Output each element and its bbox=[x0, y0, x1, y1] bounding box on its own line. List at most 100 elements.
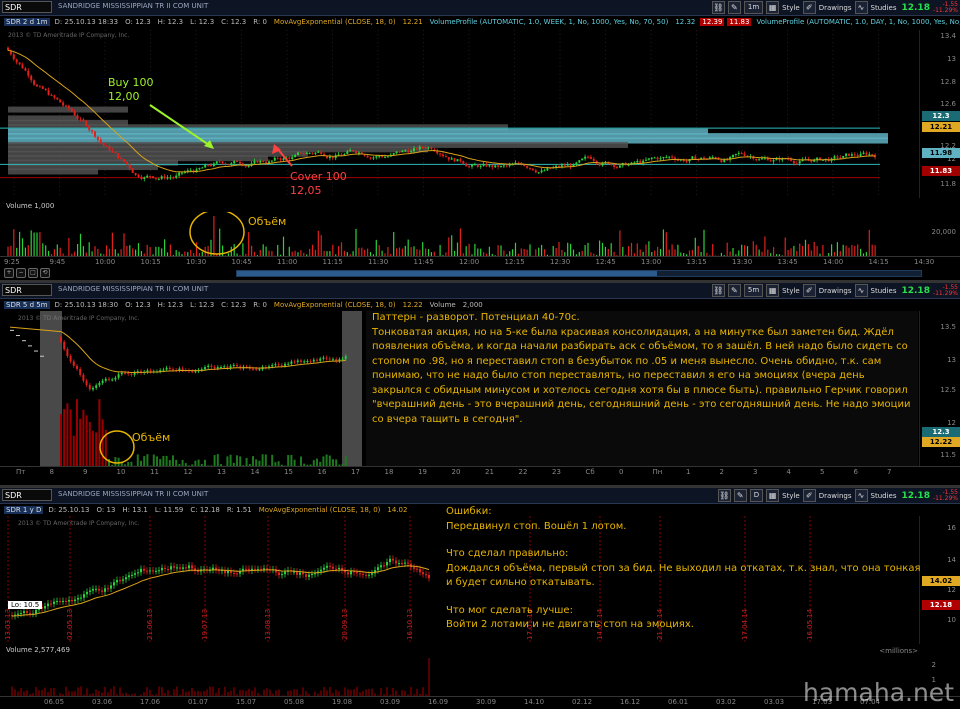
time-tick: 14:15 bbox=[868, 258, 889, 266]
volume-bar bbox=[842, 244, 844, 256]
candle-body bbox=[56, 601, 58, 603]
aggregation-button[interactable]: D bbox=[749, 489, 764, 502]
style-icon[interactable]: ▦ bbox=[766, 284, 780, 297]
candle-body bbox=[276, 157, 279, 159]
candle-body bbox=[740, 152, 743, 154]
candle-body bbox=[131, 168, 134, 174]
candle-body bbox=[314, 573, 316, 575]
candle-body bbox=[83, 594, 85, 598]
drawings-icon[interactable]: ✐ bbox=[802, 489, 816, 502]
candle-body bbox=[395, 560, 397, 564]
candle-body bbox=[53, 601, 55, 604]
candle-body bbox=[73, 111, 76, 116]
candle-body bbox=[18, 62, 21, 65]
volume-bar bbox=[416, 688, 418, 696]
style-button[interactable]: Style bbox=[782, 4, 800, 12]
volume-bar bbox=[428, 658, 430, 696]
buy-annotation: Buy 100 12,00 bbox=[108, 76, 154, 104]
style-button[interactable]: Style bbox=[782, 492, 800, 500]
candle-body bbox=[137, 175, 140, 177]
volume-bar bbox=[30, 230, 32, 256]
candle-body bbox=[137, 572, 139, 574]
candle-body bbox=[308, 574, 310, 577]
time-tick: 14.10 bbox=[524, 698, 545, 706]
zoom-reset-icon[interactable]: ⟲ bbox=[40, 268, 50, 278]
zoom-box-icon[interactable]: □ bbox=[28, 268, 38, 278]
volume-value: 1,000 bbox=[34, 202, 55, 210]
volume-bar bbox=[520, 248, 522, 256]
wrench-icon[interactable]: ✎ bbox=[733, 489, 747, 502]
studies-icon[interactable]: ∿ bbox=[854, 1, 868, 14]
style-icon[interactable]: ▦ bbox=[766, 489, 780, 502]
wrench-icon[interactable]: ✎ bbox=[727, 1, 741, 14]
aggregation-button[interactable]: 1m bbox=[743, 1, 764, 14]
scrollbar-thumb[interactable] bbox=[237, 271, 657, 276]
candle-body bbox=[20, 613, 22, 615]
studies-icon[interactable]: ∿ bbox=[854, 284, 868, 297]
time-tick: 13:15 bbox=[686, 258, 707, 266]
volume-bar bbox=[309, 248, 311, 256]
candle-body bbox=[610, 163, 613, 165]
price-chart-5min[interactable] bbox=[0, 311, 362, 466]
scrollbar[interactable] bbox=[236, 270, 922, 277]
aggregation-button[interactable]: 5m bbox=[743, 284, 764, 297]
style-icon[interactable]: ▦ bbox=[766, 1, 780, 14]
candle-body bbox=[155, 570, 157, 572]
candle-body bbox=[589, 156, 592, 159]
symbol-input[interactable]: SDR bbox=[2, 284, 52, 296]
candle-body bbox=[116, 580, 118, 583]
time-tick: 20 bbox=[451, 468, 461, 476]
chart-panel-5min[interactable]: SDR SANDRIDGE MISSISSIPPIAN TR II COM UN… bbox=[0, 283, 960, 485]
studies-button[interactable]: Studies bbox=[871, 287, 897, 295]
candle-body bbox=[279, 158, 282, 160]
wrench-icon[interactable]: ✎ bbox=[727, 284, 741, 297]
candle-body bbox=[50, 603, 52, 605]
style-button[interactable]: Style bbox=[782, 287, 800, 295]
price-chart-1min[interactable] bbox=[0, 30, 920, 198]
drawings-button[interactable]: Drawings bbox=[819, 4, 852, 12]
chart-panel-daily[interactable]: SDR SANDRIDGE MISSISSIPPIAN TR II COM UN… bbox=[0, 488, 960, 709]
studies-button[interactable]: Studies bbox=[871, 492, 897, 500]
candle-body bbox=[743, 153, 746, 156]
zoom-out-icon[interactable]: − bbox=[16, 268, 26, 278]
studies-button[interactable]: Studies bbox=[871, 4, 897, 12]
drawings-icon[interactable]: ✐ bbox=[802, 284, 816, 297]
volume-bar bbox=[45, 245, 47, 256]
candle-body bbox=[172, 369, 174, 371]
zoom-controls[interactable]: + − □ ⟲ bbox=[4, 268, 50, 278]
candle-body bbox=[398, 563, 400, 565]
volume-bar bbox=[248, 688, 250, 696]
volume-bar bbox=[172, 455, 174, 466]
candle-body bbox=[63, 341, 66, 350]
symbol-input[interactable]: SDR bbox=[2, 489, 52, 501]
study-value: O: 13 bbox=[96, 506, 116, 514]
volume-bar bbox=[226, 456, 229, 466]
study-value: L: 12.3 bbox=[190, 301, 215, 309]
chart-panel-1min[interactable]: SDR SANDRIDGE MISSISSIPPIAN TR II COM UN… bbox=[0, 0, 960, 280]
drawings-icon[interactable]: ✐ bbox=[802, 1, 816, 14]
volume-value: 2,577,469 bbox=[34, 646, 70, 654]
volume-bar bbox=[236, 455, 238, 466]
symbol-input[interactable]: SDR bbox=[2, 1, 52, 13]
volume-bar bbox=[322, 456, 325, 466]
candle-body bbox=[845, 153, 848, 157]
link-icon[interactable]: ⛓ bbox=[711, 1, 725, 14]
candle-body bbox=[653, 157, 656, 159]
price-tick: 11.5 bbox=[940, 451, 956, 459]
drawings-button[interactable]: Drawings bbox=[819, 492, 852, 500]
volume-bar bbox=[82, 246, 84, 256]
study-value: VolumeProfile (AUTOMATIC, 1.0, WEEK, 1, … bbox=[429, 18, 669, 26]
time-tick: 30.09 bbox=[476, 698, 497, 706]
study-value: R: 1.51 bbox=[226, 506, 252, 514]
change-block: -1.55 -11.29% bbox=[933, 1, 958, 14]
zoom-in-icon[interactable]: + bbox=[4, 268, 14, 278]
candle-body bbox=[56, 97, 59, 100]
volume-bar bbox=[857, 244, 859, 256]
drawings-button[interactable]: Drawings bbox=[819, 287, 852, 295]
candle-body bbox=[127, 372, 130, 374]
link-icon[interactable]: ⛓ bbox=[717, 489, 731, 502]
candle-body bbox=[82, 119, 85, 121]
studies-icon[interactable]: ∿ bbox=[854, 489, 868, 502]
volume-bar bbox=[173, 689, 175, 696]
link-icon[interactable]: ⛓ bbox=[711, 284, 725, 297]
